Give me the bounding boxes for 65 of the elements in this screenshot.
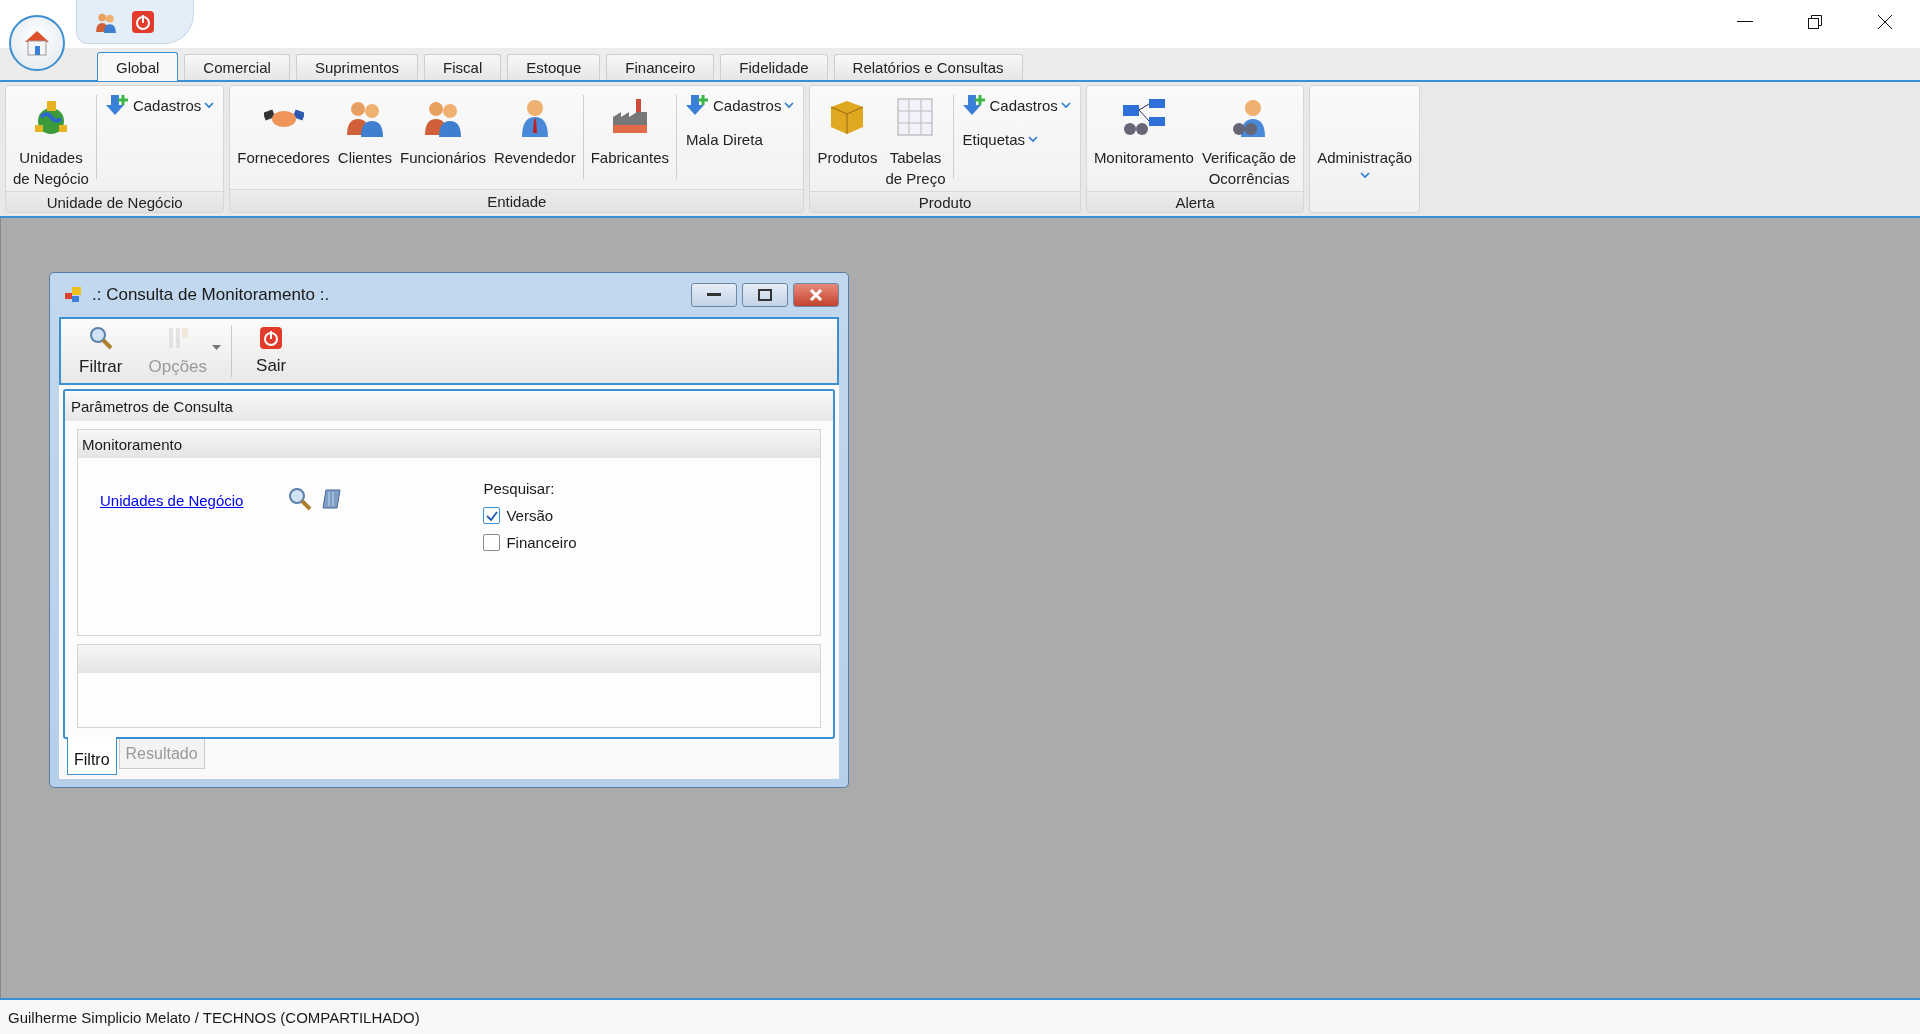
- group-title: Entidade: [230, 189, 804, 212]
- close-button[interactable]: [793, 283, 839, 307]
- checkbox-box[interactable]: [483, 534, 501, 551]
- checkbox[interactable]: Versão: [483, 507, 577, 524]
- minimize-icon: [1737, 21, 1753, 23]
- restore-icon: [1807, 14, 1823, 30]
- quick-access-button[interactable]: [131, 9, 155, 34]
- toolbar-button[interactable]: Sair: [246, 319, 297, 383]
- bottom-tab[interactable]: Filtro: [67, 737, 117, 775]
- panel-title: Parâmetros de Consulta: [65, 391, 833, 421]
- ribbon-button[interactable]: Administração: [1313, 89, 1417, 212]
- ribbon-button[interactable]: Verificação de Ocorrências: [1197, 89, 1301, 191]
- ribbon-button[interactable]: Unidades de Negócio: [9, 89, 93, 191]
- ribbon-button[interactable]: Fornecedores: [233, 89, 334, 189]
- search-icon: [287, 486, 314, 512]
- checkbox-label: Financeiro: [506, 534, 577, 551]
- ribbon-tab[interactable]: Financeiro: [606, 54, 715, 80]
- ribbon-button[interactable]: Produtos: [813, 89, 882, 191]
- maximize-button[interactable]: [742, 283, 788, 307]
- ribbon-button[interactable]: Tabelas de Preço: [881, 89, 950, 191]
- ribbon-tab[interactable]: Comercial: [184, 54, 290, 80]
- arrow-down-icon: [686, 93, 711, 117]
- app-icon: [64, 286, 82, 304]
- checkbox-label: Versão: [506, 507, 554, 524]
- group-title: Produto: [810, 191, 1080, 212]
- ribbon-dropdown[interactable]: Cadastros: [680, 89, 801, 121]
- status-bar: Guilherme Simplicio Melato / TECHNOS (COMPARTILHADO): [0, 998, 1920, 1034]
- ribbon-button[interactable]: Monitoramento: [1089, 89, 1198, 191]
- search-button[interactable]: [287, 486, 314, 512]
- business-units-link[interactable]: Unidades de Negócio: [100, 492, 244, 635]
- ribbon-tab[interactable]: Estoque: [507, 54, 601, 80]
- close-icon: [1877, 14, 1893, 30]
- search-label: Pesquisar:: [483, 480, 556, 497]
- ribbon-tab[interactable]: Global: [97, 52, 179, 81]
- minimize-icon: [707, 293, 721, 297]
- checkbox[interactable]: Financeiro: [483, 534, 577, 551]
- checkbox-box[interactable]: [483, 507, 501, 524]
- ribbon-dropdown[interactable]: Cadastros: [956, 89, 1077, 121]
- ribbon-tab[interactable]: Suprimentos: [295, 54, 419, 80]
- dialog-title: .: Consulta de Monitoramento :.: [92, 285, 330, 305]
- ribbon-dropdown[interactable]: Etiquetas: [956, 127, 1077, 152]
- grid-icon: [895, 97, 936, 137]
- power-icon: [131, 9, 155, 34]
- ribbon-tab[interactable]: Relatórios e Consultas: [833, 54, 1023, 80]
- arrow-down-icon: [105, 93, 130, 117]
- ribbon-button[interactable]: Revendedor: [489, 89, 580, 189]
- toolbar-button[interactable]: Filtrar: [69, 319, 133, 383]
- arrow-down-icon: [962, 93, 987, 117]
- ribbon-button[interactable]: Fabricantes: [586, 89, 674, 189]
- ribbon-dropdown[interactable]: Mala Direta: [680, 127, 801, 152]
- close-icon: [809, 289, 823, 301]
- maximize-icon: [758, 289, 772, 301]
- power-icon: [259, 326, 284, 350]
- ribbon-tab[interactable]: Fidelidade: [720, 54, 828, 80]
- network-icon: [1120, 97, 1167, 137]
- ribbon-dropdown[interactable]: Cadastros: [99, 89, 221, 121]
- minimize-button[interactable]: [691, 283, 737, 307]
- search-icon: [87, 325, 114, 351]
- group-title: Unidade de Negócio: [6, 191, 224, 212]
- ribbon-button[interactable]: Funcionários: [396, 89, 490, 189]
- home-button[interactable]: [9, 15, 65, 71]
- group-title: Alerta: [1086, 191, 1304, 212]
- ribbon-tab[interactable]: Fiscal: [424, 54, 502, 80]
- ribbon-button[interactable]: Clientes: [333, 89, 397, 189]
- group-title: Monitoramento: [78, 430, 820, 458]
